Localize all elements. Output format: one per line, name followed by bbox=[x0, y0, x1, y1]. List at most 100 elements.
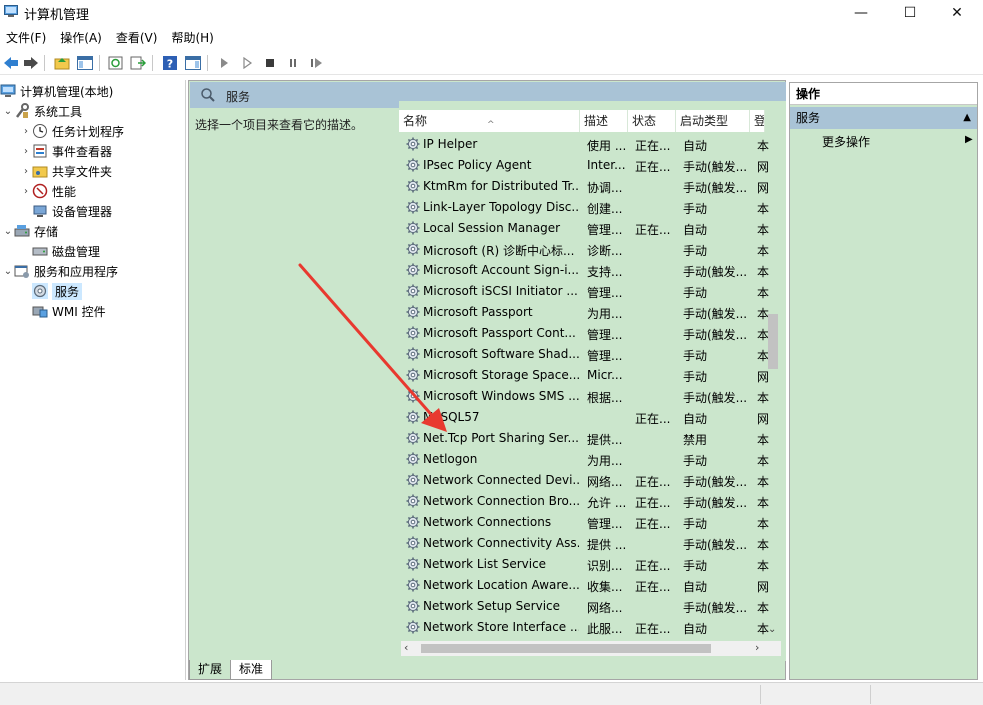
tree-item-device-manager[interactable]: 设备管理器 bbox=[32, 201, 112, 221]
service-description: 支持... bbox=[587, 265, 623, 279]
start-alt-icon[interactable] bbox=[238, 54, 256, 72]
service-row[interactable]: Microsoft Storage Space... Micr... 手动网 bbox=[399, 365, 771, 386]
pause-service-icon[interactable] bbox=[284, 54, 302, 72]
status-divider bbox=[870, 685, 871, 704]
service-row[interactable]: Microsoft Windows SMS ... 根据... 手动(触发... 本 bbox=[399, 386, 771, 407]
service-name: Microsoft Passport bbox=[423, 305, 533, 319]
export-list-icon[interactable] bbox=[129, 54, 147, 72]
status-divider bbox=[760, 685, 761, 704]
scroll-left-icon[interactable]: ‹ bbox=[404, 641, 408, 654]
tree-item-performance[interactable]: › 性能 bbox=[20, 181, 76, 201]
service-name: KtmRm for Distributed Tr... bbox=[423, 179, 579, 193]
tree-item-task-scheduler[interactable]: › 任务计划程序 bbox=[20, 121, 124, 141]
column-header-startup-type[interactable]: 启动类型 bbox=[676, 110, 750, 132]
column-header-logon[interactable]: 登 bbox=[750, 110, 765, 132]
tree-item-shared-folders[interactable]: › 共享文件夹 bbox=[20, 161, 112, 181]
service-startup-type: 手动 bbox=[683, 559, 708, 573]
more-actions-link[interactable]: 更多操作 bbox=[822, 133, 870, 150]
tab-standard[interactable]: 标准 bbox=[230, 660, 273, 680]
collapse-up-icon[interactable]: ▲ bbox=[963, 107, 971, 129]
scroll-down-icon[interactable]: ⌄ bbox=[768, 624, 776, 635]
show-hide-console-tree-icon[interactable] bbox=[76, 54, 94, 72]
chevron-right-icon[interactable]: › bbox=[20, 186, 32, 197]
console-tree: 计算机管理(本地) ⌄ 系统工具 › 任务计划程序 › 事件查看器 › 共享文件… bbox=[0, 80, 186, 680]
service-row[interactable]: Network Connections 管理... 正在... 手动本 bbox=[399, 512, 771, 533]
service-row[interactable]: Network Store Interface ... 此服... 正在... 自动本 bbox=[399, 617, 771, 638]
restart-service-icon[interactable] bbox=[307, 54, 325, 72]
tree-item-event-viewer[interactable]: › 事件查看器 bbox=[20, 141, 112, 161]
tree-item-system-tools[interactable]: ⌄ 系统工具 bbox=[2, 101, 82, 121]
service-row[interactable]: MySQL57 正在... 自动网 bbox=[399, 407, 771, 428]
actions-section-services[interactable]: 服务 ▲ bbox=[790, 107, 977, 129]
service-row[interactable]: KtmRm for Distributed Tr... 协调... 手动(触发...… bbox=[399, 176, 771, 197]
service-row[interactable]: Network List Service 识别... 正在... 手动本 bbox=[399, 554, 771, 575]
service-row[interactable]: Network Connection Bro... 允许 ... 正在... 手动(触… bbox=[399, 491, 771, 512]
service-description: 根据... bbox=[587, 391, 623, 405]
service-row[interactable]: Microsoft iSCSI Initiator ... 管理... 手动本 bbox=[399, 281, 771, 302]
up-folder-icon[interactable] bbox=[53, 54, 71, 72]
vertical-scroll-thumb[interactable] bbox=[768, 314, 778, 369]
service-name: IP Helper bbox=[423, 137, 478, 151]
menu-action[interactable]: 操作(A) bbox=[54, 28, 110, 48]
tree-item-wmi-control[interactable]: WMI 控件 bbox=[32, 301, 106, 321]
show-hide-action-pane-icon[interactable] bbox=[184, 54, 202, 72]
submenu-arrow-icon[interactable]: ▶ bbox=[965, 134, 973, 145]
service-name: Network Connectivity Ass... bbox=[423, 536, 579, 550]
menu-file[interactable]: 文件(F) bbox=[0, 28, 54, 48]
chevron-right-icon[interactable]: › bbox=[20, 146, 32, 157]
service-gear-icon bbox=[405, 325, 421, 341]
scroll-right-icon[interactable]: › bbox=[755, 641, 759, 654]
refresh-icon[interactable] bbox=[107, 54, 125, 72]
service-row[interactable]: Link-Layer Topology Disc... 创建... 手动本 bbox=[399, 197, 771, 218]
service-row[interactable]: Netlogon 为用... 手动本 bbox=[399, 449, 771, 470]
chevron-right-icon[interactable]: › bbox=[20, 166, 32, 177]
service-row[interactable]: IPsec Policy Agent Inter... 正在... 手动(触发... 网 bbox=[399, 155, 771, 176]
service-row[interactable]: IP Helper 使用 ... 正在... 自动本 bbox=[399, 134, 771, 155]
service-row[interactable]: Microsoft Passport Cont... 管理... 手动(触发... 本 bbox=[399, 323, 771, 344]
menu-help[interactable]: 帮助(H) bbox=[165, 28, 221, 48]
column-header-status[interactable]: 状态 bbox=[628, 110, 676, 132]
service-description: 网络... bbox=[587, 601, 623, 615]
service-name: Microsoft Passport Cont... bbox=[423, 326, 576, 340]
service-row[interactable]: Network Connected Devi... 网络... 正在... 手动(触发… bbox=[399, 470, 771, 491]
service-startup-type: 手动 bbox=[683, 517, 708, 531]
service-gear-icon bbox=[405, 157, 421, 173]
help-icon[interactable]: ? bbox=[161, 54, 179, 72]
service-name: Microsoft Software Shad... bbox=[423, 347, 579, 361]
chevron-down-icon[interactable]: ⌄ bbox=[2, 106, 14, 117]
tree-label: 存储 bbox=[34, 224, 59, 239]
tree-item-storage[interactable]: ⌄ 存储 bbox=[2, 221, 58, 241]
tree-item-services[interactable]: 服务 bbox=[32, 281, 83, 301]
close-button[interactable]: ✕ bbox=[934, 0, 980, 26]
menu-view[interactable]: 查看(V) bbox=[110, 28, 166, 48]
chevron-down-icon[interactable]: ⌄ bbox=[2, 226, 14, 237]
service-row[interactable]: Net.Tcp Port Sharing Ser... 提供... 禁用本 bbox=[399, 428, 771, 449]
chevron-down-icon[interactable]: ⌄ bbox=[2, 266, 14, 277]
vertical-scrollbar[interactable] bbox=[765, 136, 777, 641]
event-viewer-icon bbox=[32, 143, 48, 159]
horizontal-scroll-thumb[interactable] bbox=[421, 644, 711, 653]
service-row[interactable]: Microsoft Passport 为用... 手动(触发... 本 bbox=[399, 302, 771, 323]
service-row[interactable]: Microsoft (R) 诊断中心标... 诊断... 手动本 bbox=[399, 239, 771, 260]
tree-item-computer-management[interactable]: 计算机管理(本地) bbox=[0, 81, 113, 101]
back-icon[interactable] bbox=[2, 54, 20, 72]
service-row[interactable]: Network Connectivity Ass... 提供 ... 手动(触发..… bbox=[399, 533, 771, 554]
service-gear-icon bbox=[405, 136, 421, 152]
tab-extended[interactable]: 扩展 bbox=[189, 660, 232, 680]
service-row[interactable]: Microsoft Software Shad... 管理... 手动本 bbox=[399, 344, 771, 365]
column-header-name[interactable]: 名称 ^ bbox=[399, 110, 580, 132]
service-row[interactable]: Microsoft Account Sign-i... 支持... 手动(触发...… bbox=[399, 260, 771, 281]
service-row[interactable]: Local Session Manager 管理... 正在... 自动本 bbox=[399, 218, 771, 239]
forward-icon[interactable] bbox=[22, 54, 40, 72]
service-row[interactable]: Network Location Aware... 收集... 正在... 自动网 bbox=[399, 575, 771, 596]
minimize-button[interactable]: — bbox=[838, 0, 884, 26]
start-service-icon[interactable] bbox=[215, 54, 233, 72]
tree-item-services-and-applications[interactable]: ⌄ 服务和应用程序 bbox=[2, 261, 118, 281]
maximize-button[interactable]: ☐ bbox=[887, 0, 933, 26]
services-list: 名称 ^ 描述 状态 启动类型 登 IP Helper 使用 ... 正在... 自动… bbox=[399, 101, 786, 661]
tree-item-disk-management[interactable]: 磁盘管理 bbox=[32, 241, 100, 261]
stop-service-icon[interactable] bbox=[261, 54, 279, 72]
column-header-description[interactable]: 描述 bbox=[580, 110, 628, 132]
service-row[interactable]: Network Setup Service 网络... 手动(触发... 本 bbox=[399, 596, 771, 617]
chevron-right-icon[interactable]: › bbox=[20, 126, 32, 137]
